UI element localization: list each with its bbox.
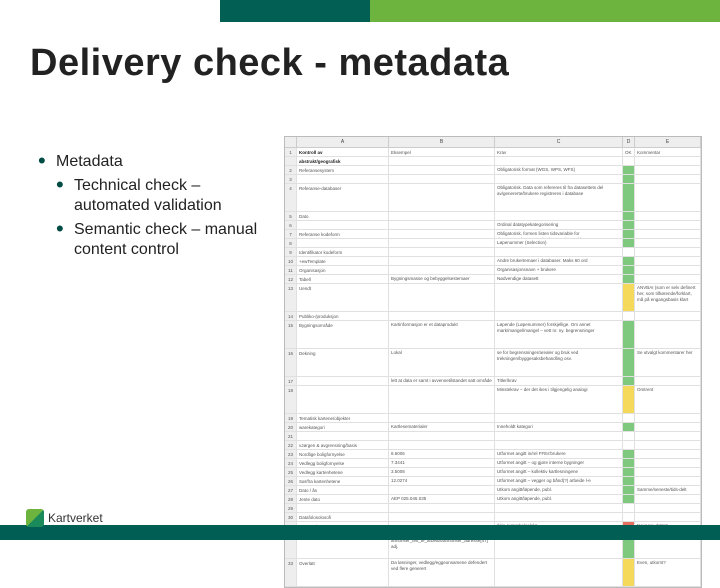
- bullet-icon: •: [56, 176, 74, 216]
- spreadsheet-row: 21: [285, 432, 701, 441]
- spreadsheet-row: 33OverlattDa løsninger, vedlegg/eggeonsa…: [285, 559, 701, 587]
- spreadsheet-row: 12TabellBygningsmasse og bebyggelsestema…: [285, 275, 701, 284]
- spreadsheet-row: 28Jente datoAEP 025.046.035Utkom angitt/…: [285, 495, 701, 504]
- bullet-lvl2a: Technical check – automated validation: [74, 176, 268, 216]
- spreadsheet-row: 23Nordlige boligfornyelse8.6006Utformet …: [285, 450, 701, 459]
- spreadsheet-row: 19Tematisk kartene/objekter: [285, 414, 701, 423]
- spreadsheet-row: 13UendtANVBAI (som er selv definert her,…: [285, 284, 701, 312]
- spreadsheet-row: 16DekningLokalse for begrensninger/areal…: [285, 349, 701, 377]
- footer: Kartverket: [0, 508, 720, 540]
- bullet-icon: •: [38, 152, 56, 172]
- spreadsheet-row: 7Referanse kodeformObligatorisk, formen …: [285, 230, 701, 239]
- spreadsheet-subheader-row: abstrakt/geografisk: [285, 157, 701, 166]
- spreadsheet-row: 27Dato / åsUtkom angitt/løpende, publ.Sa…: [285, 486, 701, 495]
- org-logo: Kartverket: [26, 509, 103, 527]
- spreadsheet-row: 22vJørgen & avgrensning/basis: [285, 441, 701, 450]
- spreadsheet-row: 24Vedlegg boligfornyelse7.3441Utformet a…: [285, 459, 701, 468]
- spreadsheet-row: 2ReferansesystemObligatorisk format (WGS…: [285, 166, 701, 175]
- spreadsheet-row: 15BygningsområdeKartinformasjon er et da…: [285, 321, 701, 349]
- page-title: Delivery check - metadata: [30, 42, 509, 85]
- bullet-lvl2b: Semantic check – manual content control: [74, 220, 268, 260]
- spreadsheet-row: 10+ewTemplateAndre brukertemaer i databa…: [285, 257, 701, 266]
- spreadsheet-row: 6Ordinal datatypekategorisering: [285, 221, 701, 230]
- spreadsheet-row: 8Løpenummer (Selection): [285, 239, 701, 248]
- spreadsheet-row: 25Vedlegg kartenhetene3.5008Utformet ang…: [285, 468, 701, 477]
- bullet-icon: •: [56, 220, 74, 260]
- spreadsheet-header-row: 1 Kontroll av Eksempel Krav OK Kommentar: [285, 148, 701, 157]
- spreadsheet-column-headers: A B C D E: [285, 137, 701, 148]
- org-name: Kartverket: [48, 511, 103, 525]
- spreadsheet-row: 14Publiko-/produksjon: [285, 312, 701, 321]
- spreadsheet-row: 20warekategoriKartlesematerialerInnehold…: [285, 423, 701, 432]
- bullet-lvl1: Metadata: [56, 152, 268, 172]
- spreadsheet-row: 11OrganisasjonOrganisasjonsnavn + bruker…: [285, 266, 701, 275]
- bullet-list: • Metadata • Technical check – automated…: [38, 152, 268, 260]
- spreadsheet-row: 18Minstekrav – der det ikes i tilgjengel…: [285, 386, 701, 414]
- spreadsheet-row: 26Sør/fra kartenhetene12.0274Utformet an…: [285, 477, 701, 486]
- top-accent-bar: [0, 0, 720, 22]
- spreadsheet-row: 4Referanse-databaserObligatorisk. Data s…: [285, 184, 701, 212]
- spreadsheet-row: 3: [285, 175, 701, 184]
- logo-mark-icon: [26, 509, 44, 527]
- spreadsheet-row: 5Dato: [285, 212, 701, 221]
- spreadsheet-row: 9Identifikator kodeform: [285, 248, 701, 257]
- spreadsheet-row: 17lett at data er samt i avvennetilstand…: [285, 377, 701, 386]
